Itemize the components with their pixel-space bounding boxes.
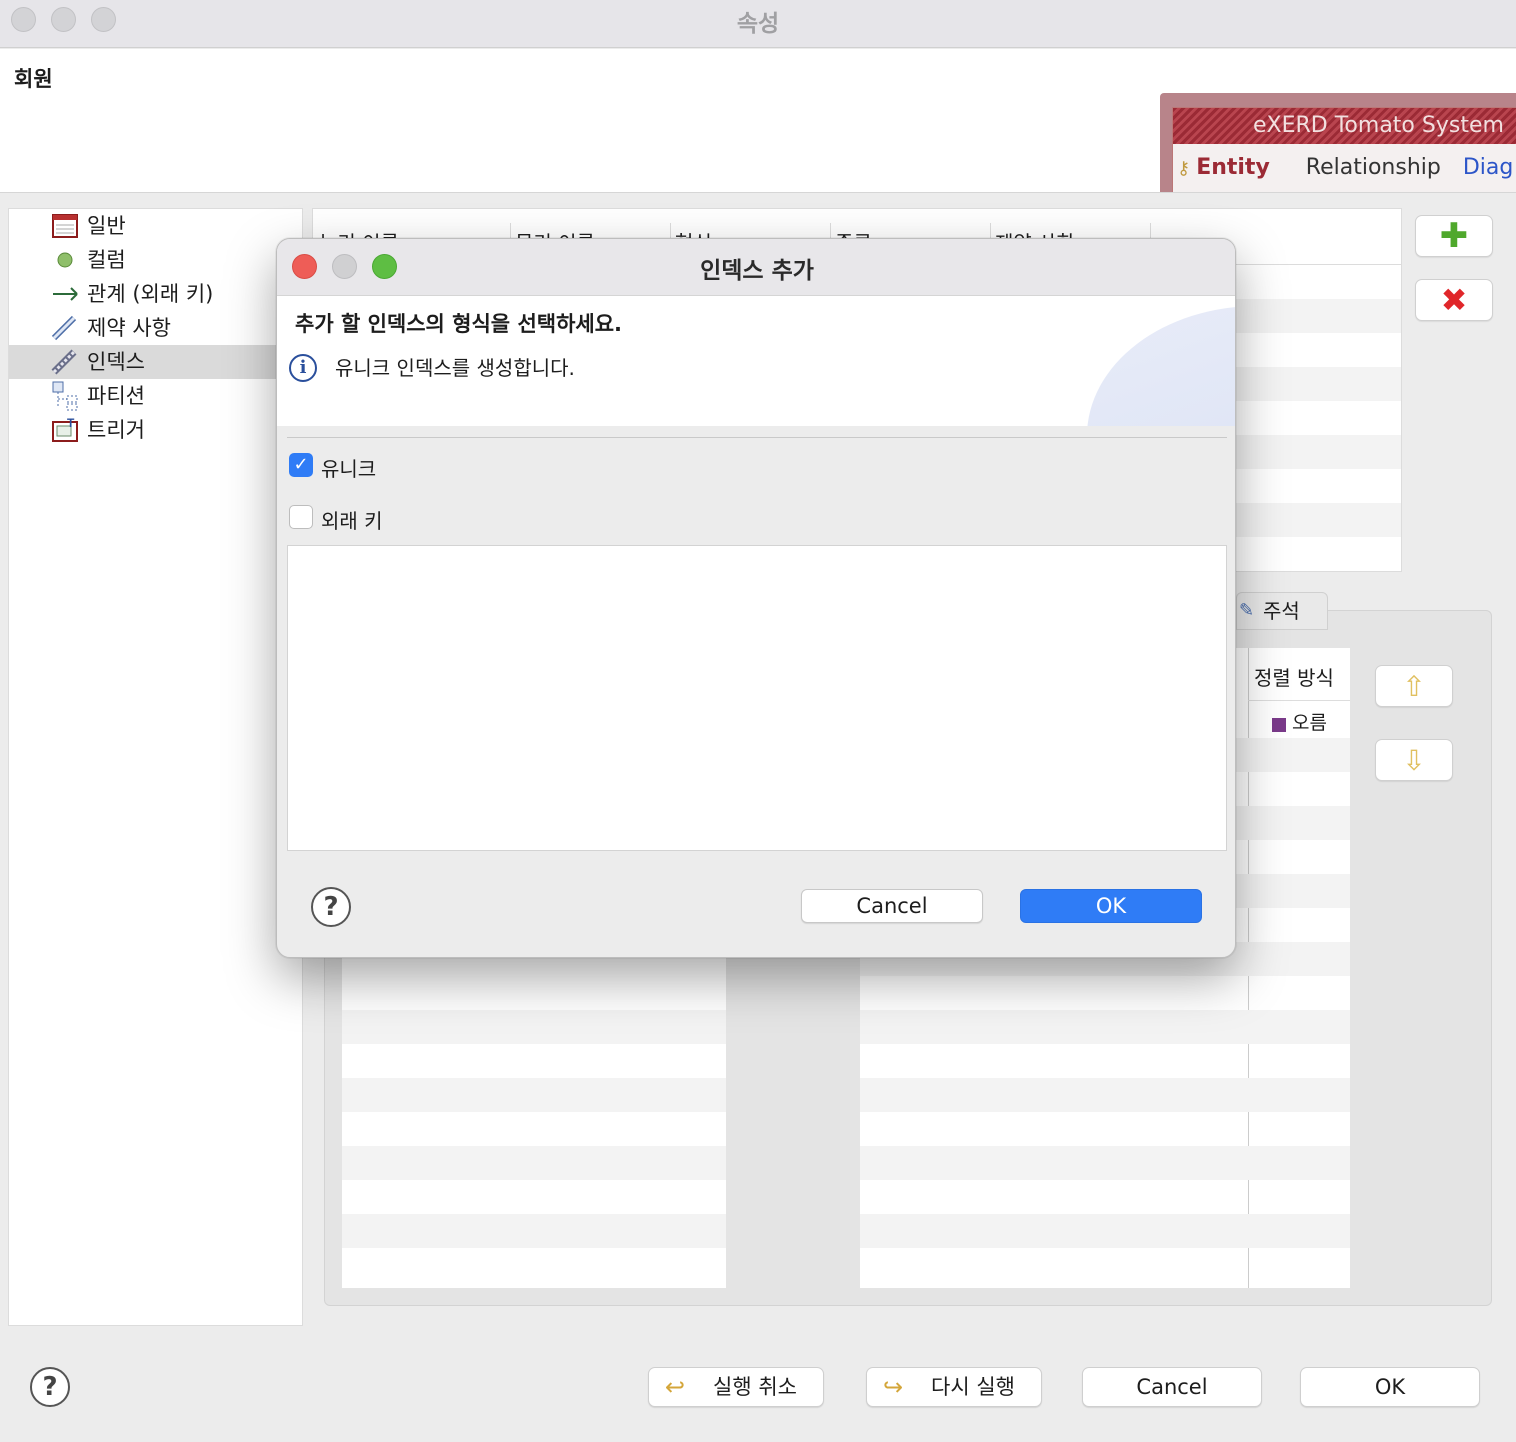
delete-index-button[interactable]: ✖: [1415, 279, 1493, 321]
relationship-icon: [51, 282, 79, 306]
help-icon[interactable]: ?: [30, 1367, 70, 1407]
arrow-up-icon: ⇧: [1402, 669, 1426, 703]
pencil-icon: ✎: [1239, 600, 1255, 621]
tab-comment-label: 주석: [1263, 599, 1300, 623]
dialog-cancel-button[interactable]: Cancel: [801, 889, 983, 923]
dialog-heading: 추가 할 인덱스의 형식을 선택하세요.: [295, 312, 623, 336]
nav-label: 컬럼: [87, 248, 126, 272]
plus-icon: ✚: [1439, 216, 1469, 256]
list-row: [342, 1010, 726, 1044]
cancel-button[interactable]: Cancel: [1082, 1367, 1262, 1407]
index-column-list[interactable]: [342, 950, 726, 1288]
exerd-menu: ⚷ Entity Relationship Diag: [1173, 148, 1516, 188]
unique-checkbox[interactable]: ✓: [289, 453, 313, 477]
dialog-title: 인덱스 추가: [700, 258, 814, 284]
redo-label: 다시 실행: [931, 1375, 1015, 1399]
info-icon: i: [289, 354, 317, 382]
entity-name: 회원: [14, 67, 53, 91]
nav-label: 인덱스: [87, 350, 145, 374]
nav-label: 관계 (외래 키): [87, 282, 214, 306]
menu-relationship: Relationship: [1305, 155, 1441, 180]
list-row: [342, 1146, 726, 1180]
table-row: [860, 1146, 1350, 1180]
unique-label[interactable]: 유니크: [321, 453, 376, 482]
header-banner: 회원 eXERD Tomato System ⚷ Entity Relationsh…: [0, 49, 1516, 193]
header-rule: [1248, 700, 1350, 701]
nav-item-partition[interactable]: 파티션: [9, 379, 302, 413]
nav-item-constraints[interactable]: 제약 사항: [9, 311, 302, 345]
list-row: [342, 1078, 726, 1112]
dialog-header: 추가 할 인덱스의 형식을 선택하세요. i 유니크 인덱스를 생성합니다.: [277, 296, 1235, 426]
redo-icon: ↪: [883, 1373, 904, 1401]
nav-item-index[interactable]: 인덱스: [9, 345, 302, 379]
sort-header: 정렬 방식: [1254, 666, 1334, 690]
nav-label: 일반: [87, 214, 126, 238]
delete-icon: ✖: [1440, 281, 1468, 319]
redo-button[interactable]: ↪ 다시 실행: [866, 1367, 1042, 1407]
arrow-down-icon: ⇩: [1402, 743, 1426, 777]
property-nav: 일반 컬럼 관계 (외래 키) 제약 사항 인덱스 파티션 T 트리거: [8, 208, 303, 1326]
header-decoration: [1087, 306, 1235, 426]
exerd-logo-banner: eXERD Tomato System ⚷ Entity Relationship D…: [1160, 93, 1516, 192]
trigger-icon: T: [51, 417, 79, 442]
window-titlebar: 속성: [0, 0, 1516, 48]
nav-item-general[interactable]: 일반: [9, 209, 302, 243]
foreign-key-label[interactable]: 외래 키: [321, 505, 383, 534]
move-up-button[interactable]: ⇧: [1375, 665, 1453, 707]
svg-text:T: T: [67, 417, 75, 430]
nav-item-relationship[interactable]: 관계 (외래 키): [9, 277, 302, 311]
undo-icon: ↩: [665, 1373, 686, 1401]
foreign-key-checkbox[interactable]: [289, 505, 313, 529]
index-icon: [51, 349, 79, 375]
column-dot-icon: [51, 248, 79, 272]
partition-icon: [51, 381, 79, 411]
menu-entity: Entity: [1196, 155, 1270, 180]
add-index-button[interactable]: ✚: [1415, 215, 1493, 257]
list-row: [342, 1214, 726, 1248]
dialog-message: 유니크 인덱스를 생성합니다.: [335, 356, 575, 380]
undo-label: 실행 취소: [713, 1375, 797, 1399]
constraint-icon: [51, 315, 79, 341]
nav-label: 파티션: [87, 384, 145, 408]
table-row: [860, 1078, 1350, 1112]
tab-comment[interactable]: ✎ 주석: [1236, 592, 1328, 630]
sort-color-swatch: [1272, 718, 1286, 732]
nav-item-columns[interactable]: 컬럼: [9, 243, 302, 277]
move-down-button[interactable]: ⇩: [1375, 739, 1453, 781]
window-title: 속성: [736, 11, 780, 37]
undo-button[interactable]: ↩ 실행 취소: [648, 1367, 824, 1407]
key-icon: ⚷: [1177, 158, 1191, 179]
menu-diagram: Diag: [1462, 155, 1514, 180]
add-index-dialog: 인덱스 추가 추가 할 인덱스의 형식을 선택하세요. i 유니크 인덱스를 생…: [276, 238, 1236, 958]
exerd-title: eXERD Tomato System: [1173, 108, 1516, 144]
foreign-key-list[interactable]: [287, 545, 1227, 851]
table-row: [860, 1214, 1350, 1248]
ok-button[interactable]: OK: [1300, 1367, 1480, 1407]
nav-label: 제약 사항: [87, 316, 171, 340]
separator: [287, 437, 1227, 438]
dialog-titlebar: 인덱스 추가: [277, 239, 1235, 296]
dialog-ok-button[interactable]: OK: [1020, 889, 1202, 923]
dialog-help-icon[interactable]: ?: [311, 887, 351, 927]
nav-label: 트리거: [87, 418, 145, 442]
table-icon: [51, 214, 79, 238]
table-row: [860, 1010, 1350, 1044]
nav-item-trigger[interactable]: T 트리거: [9, 413, 302, 447]
